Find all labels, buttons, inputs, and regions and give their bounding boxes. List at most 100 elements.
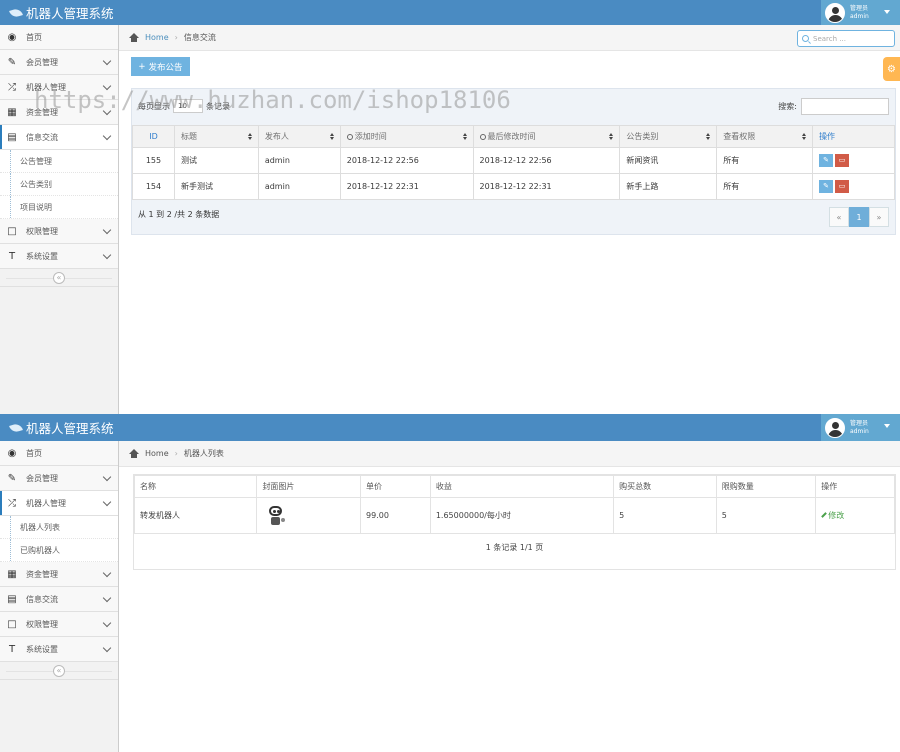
delete-button[interactable]: ▭ (835, 180, 850, 193)
col-header-total: 购买总数 (613, 475, 717, 498)
pager-prev[interactable]: « (829, 207, 849, 227)
chevron-down-icon (102, 131, 112, 141)
chevron-down-icon (102, 593, 112, 603)
sort-icon (462, 133, 467, 140)
col-header-price: 单价 (360, 475, 431, 498)
sort-icon (609, 133, 614, 140)
sidebar-item-members[interactable]: ✎ 会员管理 (0, 50, 118, 75)
settings-gear-icon[interactable]: ⚙ (883, 57, 900, 81)
leaf-icon (9, 421, 23, 434)
sidebar-subitem[interactable]: 公告类别 (0, 173, 118, 196)
add-announcement-button[interactable]: + 发布公告 (131, 57, 190, 76)
chevron-down-icon (102, 568, 112, 578)
edit-link[interactable]: 修改 (815, 497, 895, 534)
breadcrumb: Home › 信息交流 (119, 25, 900, 51)
chevron-down-icon (102, 250, 112, 260)
list-icon: ▤ (7, 131, 17, 143)
sidebar-item-funds[interactable]: ▦ 资金管理 (0, 562, 118, 587)
sidebar-subitem[interactable]: 公告管理 (0, 150, 118, 173)
sidebar-subitem[interactable]: 已购机器人 (0, 539, 118, 562)
sidebar-subitem[interactable]: 项目说明 (0, 196, 118, 219)
dashboard-icon: ◉ (7, 447, 17, 459)
table-header-row: 名称 封面图片 单价 收益 购买总数 限购数量 操作 (133, 475, 895, 498)
breadcrumb-home-link[interactable]: Home (145, 449, 169, 458)
edit-button[interactable]: ✎ (819, 180, 834, 193)
pager-next[interactable]: » (869, 207, 889, 227)
sidebar-item-permissions[interactable]: □ 权限管理 (0, 612, 118, 637)
home-icon (129, 449, 139, 458)
col-header-income: 收益 (429, 475, 615, 498)
breadcrumb-current: 机器人列表 (183, 449, 224, 458)
user-role: 管理员 (850, 419, 869, 427)
table-row: 155 测试 admin 2018-12-12 22:56 2018-12-12… (132, 147, 895, 174)
list-icon: ▤ (7, 593, 17, 605)
app-title: 机器人管理系统 (26, 421, 114, 436)
app-title: 机器人管理系统 (26, 6, 114, 21)
navbar: 机器人管理系统 管理员 admin (0, 0, 900, 25)
col-header-modified[interactable]: 最后修改时间 (472, 125, 621, 148)
sidebar-collapse-button[interactable]: « (53, 272, 65, 284)
sidebar-item-members[interactable]: ✎ 会员管理 (0, 466, 118, 491)
sidebar-item-info[interactable]: ▤ 信息交流 (0, 125, 118, 150)
col-header-category[interactable]: 公告类别 (619, 125, 718, 148)
search-placeholder: Search ... (813, 34, 846, 43)
user-menu[interactable]: 管理员 admin (821, 0, 900, 25)
sort-icon (802, 133, 807, 140)
col-header-added[interactable]: 添加时间 (339, 125, 474, 148)
col-header-permission[interactable]: 查看权限 (716, 125, 814, 148)
col-header-title[interactable]: 标题 (173, 125, 259, 148)
breadcrumb-current: 信息交流 (183, 33, 216, 42)
pagination: « 1 » (829, 207, 889, 227)
shuffle-icon: ⤮ (8, 497, 16, 509)
sidebar-item-permissions[interactable]: □ 权限管理 (0, 219, 118, 244)
sidebar-item-label: 系统设置 (26, 644, 58, 654)
file-icon: □ (7, 225, 17, 237)
home-icon (129, 33, 139, 42)
col-header-limit: 限购数量 (715, 475, 817, 498)
table-search-input[interactable] (801, 98, 889, 115)
sidebar-item-info[interactable]: ▤ 信息交流 (0, 587, 118, 612)
search-icon (802, 35, 809, 42)
plus-icon: + (138, 61, 146, 72)
breadcrumb-home-link[interactable]: Home (145, 33, 169, 42)
chevron-down-icon (102, 225, 112, 235)
user-name: admin (850, 12, 869, 20)
col-header-id[interactable]: ID (132, 125, 175, 148)
avatar (825, 417, 845, 438)
pager-page[interactable]: 1 (849, 207, 869, 227)
text-icon: T (8, 250, 16, 262)
search-input[interactable]: Search ... (797, 30, 895, 47)
sidebar-subitem[interactable]: 机器人列表 (0, 516, 118, 539)
chevron-down-icon (102, 643, 112, 653)
table-info: 1 条记录 1/1 页 (485, 543, 544, 552)
sidebar-item-label: 权限管理 (26, 226, 58, 236)
avatar (825, 2, 845, 23)
edit-button[interactable]: ✎ (819, 154, 834, 167)
sort-icon (706, 133, 711, 140)
announcements-table: ID 标题 发布人 添加时间 最后修改时间 公告类别 查看权限 操作 155 测… (132, 125, 895, 200)
app-brand[interactable]: 机器人管理系统 (9, 418, 114, 437)
caret-down-icon (884, 10, 890, 14)
table-row: 转发机器人 99.00 1.65000000/每小时 5 5 修改 (133, 497, 895, 534)
col-header-cover: 封面图片 (256, 475, 362, 498)
sidebar-item-robots[interactable]: ⤮ 机器人管理 (0, 491, 118, 516)
screenshot-panel-announcements: 机器人管理系统 管理员 admin ◉ 首页 ✎ 会员管理 ⤮ 机器人管理 ▦ (0, 0, 900, 414)
delete-button[interactable]: ▭ (835, 154, 850, 167)
sidebar-item-settings[interactable]: T 系统设置 (0, 244, 118, 269)
sidebar-collapse-button[interactable]: « (53, 665, 65, 677)
sidebar: ◉ 首页 ✎ 会员管理 ⤮ 机器人管理 机器人列表 已购机器人 ▦ 资金管理 ▤… (0, 441, 119, 752)
clock-icon (479, 134, 486, 140)
sidebar-item-label: 首页 (26, 448, 42, 458)
sidebar-item-home[interactable]: ◉ 首页 (0, 441, 118, 466)
sidebar-item-label: 首页 (26, 32, 42, 42)
sidebar-item-label: 系统设置 (26, 251, 58, 261)
sidebar-item-settings[interactable]: T 系统设置 (0, 637, 118, 662)
col-header-publisher[interactable]: 发布人 (257, 125, 341, 148)
calendar-icon: ▦ (7, 106, 17, 118)
shuffle-icon: ⤮ (8, 81, 16, 93)
user-role: 管理员 (850, 4, 869, 12)
user-menu[interactable]: 管理员 admin (821, 414, 900, 441)
sidebar-item-home[interactable]: ◉ 首页 (0, 25, 118, 50)
sort-icon (329, 133, 334, 140)
app-brand[interactable]: 机器人管理系统 (9, 3, 114, 22)
